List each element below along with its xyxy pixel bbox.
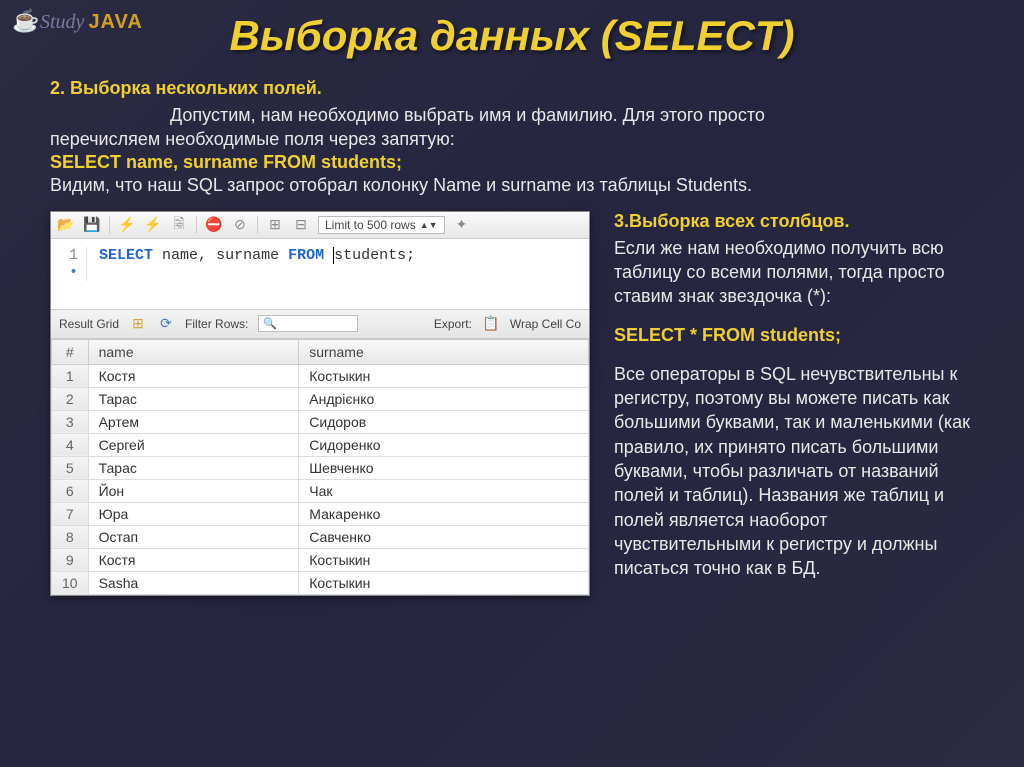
save-icon[interactable]: 💾 bbox=[83, 216, 101, 234]
table-row[interactable]: 3АртемСидоров bbox=[52, 410, 589, 433]
table-row[interactable]: 9КостяКостыкин bbox=[52, 548, 589, 571]
study-java-logo: ☕ Study JAVA bbox=[12, 8, 143, 36]
table-row[interactable]: 8ОстапСавченко bbox=[52, 525, 589, 548]
wrap-cell-label: Wrap Cell Co bbox=[510, 317, 581, 331]
cell-name[interactable]: Сергей bbox=[88, 433, 299, 456]
separator bbox=[257, 216, 258, 234]
section3-header: 3.Выборка всех столбцов. bbox=[614, 211, 974, 232]
cell-surname[interactable]: Макаренко bbox=[299, 502, 589, 525]
beautify-icon[interactable]: ✦ bbox=[453, 216, 471, 234]
section2-body: Допустим, нам необходимо выбрать имя и ф… bbox=[50, 103, 974, 152]
row-num: 8 bbox=[52, 525, 89, 548]
logo-java: JAVA bbox=[88, 11, 142, 34]
open-icon[interactable]: 📂 bbox=[57, 216, 75, 234]
row-num: 3 bbox=[52, 410, 89, 433]
cell-name[interactable]: Sasha bbox=[88, 571, 299, 594]
row-num: 1 bbox=[52, 364, 89, 387]
slide-title: Выборка данных (SELECT) bbox=[0, 0, 1024, 60]
row-num: 9 bbox=[52, 548, 89, 571]
dropdown-arrow-icon: ▲▼ bbox=[420, 220, 438, 230]
commit-icon[interactable]: ⊘ bbox=[231, 216, 249, 234]
table-row[interactable]: 5ТарасШевченко bbox=[52, 456, 589, 479]
refresh-icon[interactable]: ⟳ bbox=[157, 315, 175, 333]
cell-name[interactable]: Артем bbox=[88, 410, 299, 433]
logo-study: Study bbox=[40, 11, 84, 34]
table-row[interactable]: 10SashaКостыкин bbox=[52, 571, 589, 594]
grid-icon[interactable]: ⊞ bbox=[129, 315, 147, 333]
cell-surname[interactable]: Сидоров bbox=[299, 410, 589, 433]
row-num: 4 bbox=[52, 433, 89, 456]
cell-name[interactable]: Йон bbox=[88, 479, 299, 502]
cell-surname[interactable]: Шевченко bbox=[299, 456, 589, 479]
col-surname-header[interactable]: surname bbox=[299, 339, 589, 364]
editor-toolbar: 📂 💾 ⚡ ⚡ 🗟 ⛔ ⊘ ⊞ ⊟ Limit to 500 rows ▲▼ bbox=[51, 212, 589, 239]
sql-workbench-window: 📂 💾 ⚡ ⚡ 🗟 ⛔ ⊘ ⊞ ⊟ Limit to 500 rows ▲▼ bbox=[50, 211, 590, 596]
export-label: Export: bbox=[434, 317, 472, 331]
row-num: 7 bbox=[52, 502, 89, 525]
row-num: 5 bbox=[52, 456, 89, 479]
cell-surname[interactable]: Чак bbox=[299, 479, 589, 502]
cell-name[interactable]: Костя bbox=[88, 364, 299, 387]
stop-icon[interactable]: ⛔ bbox=[205, 216, 223, 234]
export-icon[interactable]: 📋 bbox=[482, 315, 500, 333]
row-num: 2 bbox=[52, 387, 89, 410]
table-row[interactable]: 4СергейСидоренко bbox=[52, 433, 589, 456]
table-row[interactable]: 6ЙонЧак bbox=[52, 479, 589, 502]
cell-name[interactable]: Тарас bbox=[88, 456, 299, 479]
table-row[interactable]: 2ТарасАндрієнко bbox=[52, 387, 589, 410]
cell-surname[interactable]: Сидоренко bbox=[299, 433, 589, 456]
section-3: 3.Выборка всех столбцов. Если же нам нео… bbox=[614, 211, 974, 596]
separator bbox=[109, 216, 110, 234]
filter-input[interactable]: 🔍 bbox=[258, 315, 358, 332]
section3-p1: Если же нам необходимо получить всю табл… bbox=[614, 236, 974, 309]
search-icon: 🔍 bbox=[263, 317, 277, 330]
wrap-icon[interactable]: ⊟ bbox=[292, 216, 310, 234]
cell-name[interactable]: Юра bbox=[88, 502, 299, 525]
cell-surname[interactable]: Костыкин bbox=[299, 548, 589, 571]
toggle-icon[interactable]: ⊞ bbox=[266, 216, 284, 234]
sql-editor[interactable]: 1 • SELECT name, surname FROM students; bbox=[51, 239, 589, 309]
cell-name[interactable]: Костя bbox=[88, 548, 299, 571]
result-grid-label: Result Grid bbox=[59, 317, 119, 331]
col-num-header[interactable]: # bbox=[52, 339, 89, 364]
row-limit-select[interactable]: Limit to 500 rows ▲▼ bbox=[318, 216, 445, 234]
row-num: 6 bbox=[52, 479, 89, 502]
section-2: 2. Выборка нескольких полей. Допустим, н… bbox=[50, 78, 974, 197]
cell-name[interactable]: Тарас bbox=[88, 387, 299, 410]
execute-step-icon[interactable]: ⚡ bbox=[144, 216, 162, 234]
cell-surname[interactable]: Савченко bbox=[299, 525, 589, 548]
line-gutter: 1 • bbox=[55, 247, 87, 281]
cell-surname[interactable]: Андрієнко bbox=[299, 387, 589, 410]
section2-line3: Видим, что наш SQL запрос отобрал колонк… bbox=[50, 173, 974, 197]
cell-surname[interactable]: Костыкин bbox=[299, 364, 589, 387]
section2-sql: SELECT name, surname FROM students; bbox=[50, 152, 974, 173]
result-grid-table: # name surname 1КостяКостыкин2ТарасАндрі… bbox=[51, 339, 589, 595]
cell-name[interactable]: Остап bbox=[88, 525, 299, 548]
filter-label: Filter Rows: bbox=[185, 317, 248, 331]
section2-header: 2. Выборка нескольких полей. bbox=[50, 78, 974, 99]
section3-p2: Все операторы в SQL нечувствительны к ре… bbox=[614, 362, 974, 581]
execute-icon[interactable]: ⚡ bbox=[118, 216, 136, 234]
table-header-row: # name surname bbox=[52, 339, 589, 364]
cell-surname[interactable]: Костыкин bbox=[299, 571, 589, 594]
sql-code-line: SELECT name, surname FROM students; bbox=[87, 247, 415, 281]
separator bbox=[196, 216, 197, 234]
row-num: 10 bbox=[52, 571, 89, 594]
section3-sql: SELECT * FROM students; bbox=[614, 325, 974, 346]
col-name-header[interactable]: name bbox=[88, 339, 299, 364]
table-row[interactable]: 1КостяКостыкин bbox=[52, 364, 589, 387]
explain-icon[interactable]: 🗟 bbox=[170, 216, 188, 234]
result-toolbar: Result Grid ⊞ ⟳ Filter Rows: 🔍 Export: 📋… bbox=[51, 309, 589, 339]
table-row[interactable]: 7ЮраМакаренко bbox=[52, 502, 589, 525]
java-cup-icon: ☕ bbox=[12, 8, 36, 36]
